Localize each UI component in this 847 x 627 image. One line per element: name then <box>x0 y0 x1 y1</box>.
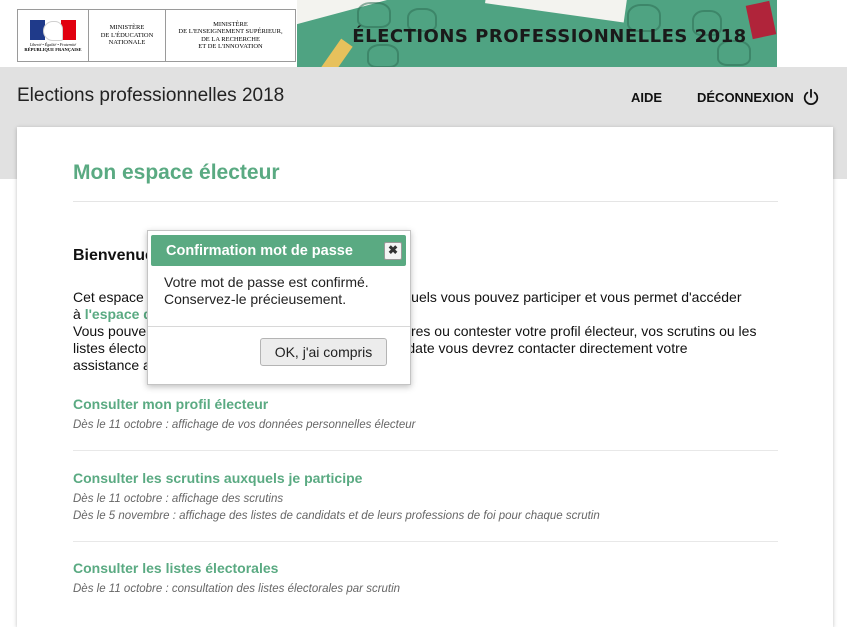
republique-francaise-logo: Liberté • Égalité • Fraternité RÉPUBLIQU… <box>18 10 89 61</box>
elections-banner: ÉLECTIONS PROFESSIONNELLES 2018 <box>297 0 777 67</box>
help-link[interactable]: AIDE <box>631 90 662 105</box>
page-title: Mon espace électeur <box>73 161 280 184</box>
scrutins-link[interactable]: Consulter les scrutins auxquels je parti… <box>73 470 778 486</box>
section-profile: Consulter mon profil électeur Dès le 11 … <box>73 396 778 434</box>
app-title: Elections professionnelles 2018 <box>17 85 285 106</box>
espace-link[interactable]: l'espace d <box>85 306 152 322</box>
section-scrutins: Consulter les scrutins auxquels je parti… <box>73 470 778 525</box>
section-listes: Consulter les listes électorales Dès le … <box>73 560 778 598</box>
ok-button[interactable]: OK, j'ai compris <box>260 338 387 366</box>
profile-link[interactable]: Consulter mon profil électeur <box>73 396 778 412</box>
ministry-logos: Liberté • Égalité • Fraternité RÉPUBLIQU… <box>17 9 296 62</box>
password-confirmation-dialog: Confirmation mot de passe ✖ Votre mot de… <box>147 230 411 385</box>
section-note: Dès le 11 octobre : consultation des lis… <box>73 583 401 595</box>
ministere-enseignement-logo: MINISTÈRE DE L'ENSEIGNEMENT SUPÉRIEUR, D… <box>178 20 283 51</box>
divider <box>73 450 778 451</box>
listes-link[interactable]: Consulter les listes électorales <box>73 560 778 576</box>
power-icon <box>803 88 818 106</box>
dialog-title: Confirmation mot de passe <box>166 243 353 259</box>
welcome-heading: Bienvenue <box>73 247 154 264</box>
dialog-message: Votre mot de passe est confirmé. Conserv… <box>164 274 369 307</box>
dialog-header: Confirmation mot de passe ✖ <box>151 235 406 266</box>
close-icon[interactable]: ✖ <box>384 242 402 260</box>
divider <box>73 541 778 542</box>
divider <box>73 201 778 202</box>
tricolor-flag-icon <box>30 19 76 41</box>
logout-label: DÉCONNEXION <box>697 89 794 105</box>
logout-button[interactable]: DÉCONNEXION <box>697 88 820 106</box>
banner-title: ÉLECTIONS PROFESSIONNELLES 2018 <box>352 26 747 47</box>
rf-name: RÉPUBLIQUE FRANÇAISE <box>24 46 82 52</box>
main-card: Mon espace électeur Bienvenue Cet espace… <box>17 127 833 627</box>
ministere-education-logo: MINISTÈRE DE L'ÉDUCATION NATIONALE <box>89 10 166 61</box>
section-note: Dès le 11 octobre : affichage de vos don… <box>73 419 416 431</box>
divider <box>148 326 410 327</box>
section-note: Dès le 11 octobre : affichage des scruti… <box>73 493 600 522</box>
